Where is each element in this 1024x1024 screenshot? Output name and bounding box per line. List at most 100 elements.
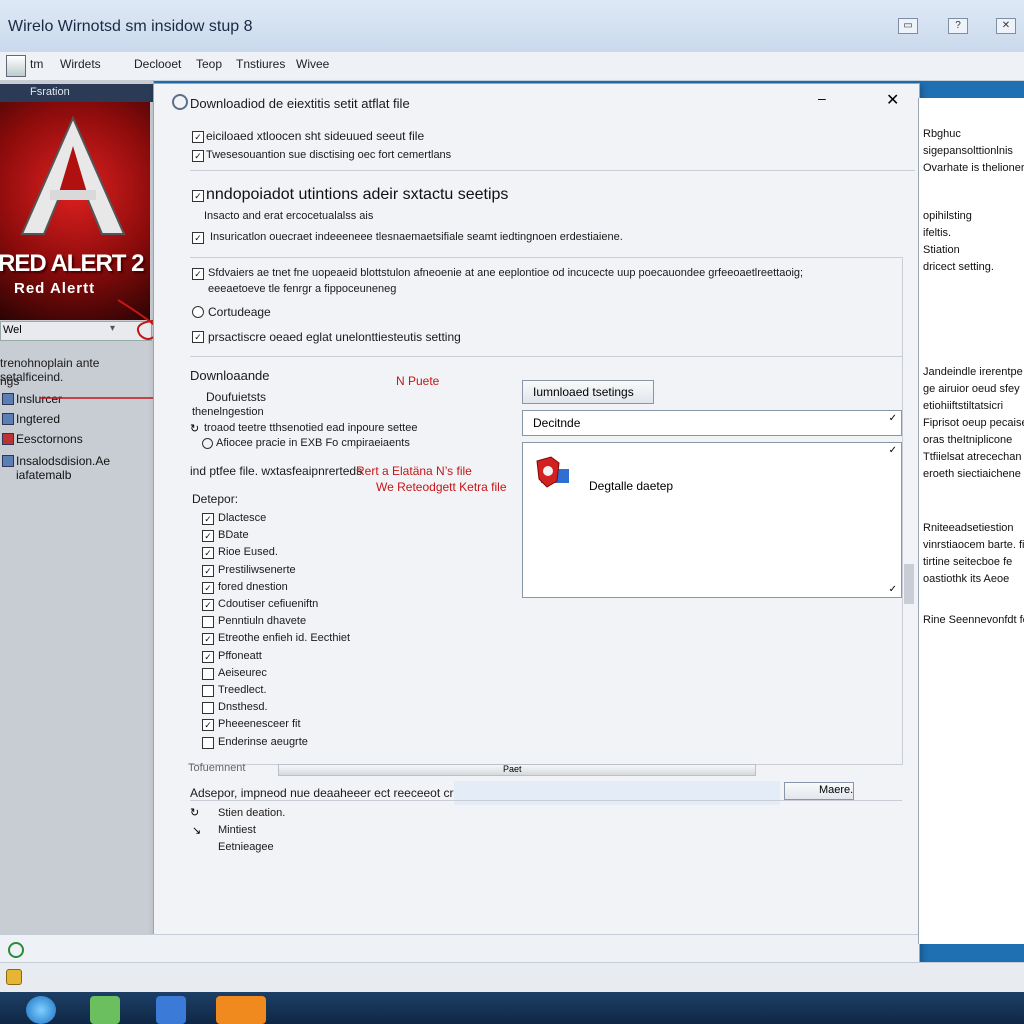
checklist-item[interactable]: ✓ fored dnestion (202, 580, 462, 596)
left-panel-item[interactable]: Eesctornons (0, 430, 150, 448)
document-text-line: eroeth siectiaichene (923, 468, 1021, 480)
item-icon (2, 455, 14, 467)
taskbar-app-icon[interactable] (156, 996, 186, 1024)
checklist-item[interactable]: Aeiseurec (202, 666, 462, 682)
document-text-line: Fiprisot oeup pecaise (923, 417, 1024, 429)
checkbox[interactable] (202, 667, 214, 680)
chevron-icon: ↘ (192, 825, 202, 837)
footer-label: Tofuemnent (188, 762, 246, 774)
scrollbar-label: Paet (503, 764, 522, 774)
help-button[interactable]: ? (948, 18, 968, 34)
checkbox[interactable] (202, 616, 214, 629)
window-title-bar: Wirelo Wirnotsd sm insidow stup 8 ▭ ? ✕ (0, 0, 1024, 53)
minimize-icon[interactable]: – (818, 90, 826, 106)
destination-field[interactable]: Decitnde ✓ (522, 410, 902, 436)
bottom-option[interactable]: Mintiest (218, 824, 256, 836)
download-item[interactable]: Doufuietsts (206, 390, 266, 404)
horizontal-scrollbar[interactable]: Paet (278, 764, 756, 776)
left-panel-item[interactable]: Insalodsdision.Ae iafatemalb (0, 452, 150, 482)
document-text-line: Ovarhate is thelioner (923, 162, 1024, 174)
checkbox[interactable]: ✓ (202, 530, 214, 543)
checkbox[interactable] (202, 702, 214, 715)
document-text-line: Jandeindle irerentpe (923, 366, 1023, 378)
document-text-line: ifeltis. (923, 227, 952, 239)
checklist-item[interactable]: Treedlect. (202, 683, 462, 699)
checklist-item[interactable]: ✓ Etreothe enfieh id. Eecthiet (202, 631, 462, 647)
checklist-item[interactable]: ✓ Cdoutiser cefiueniftn (202, 597, 462, 613)
checkbox[interactable]: ✓ (192, 190, 204, 202)
close-icon[interactable]: ✕ (886, 90, 899, 110)
radio-button[interactable] (192, 306, 204, 318)
checkbox[interactable]: ✓ (202, 564, 214, 577)
checkbox[interactable]: ✓ (202, 719, 214, 732)
checkbox[interactable]: ✓ (202, 513, 214, 525)
checkbox[interactable] (202, 736, 214, 749)
checklist-item[interactable]: Penntiuln dhavete (202, 614, 462, 630)
checkbox[interactable]: ✓ (202, 547, 214, 560)
item-icon (2, 393, 14, 405)
download-settings-button-label: Iumnloaed tsetings (533, 385, 634, 399)
menu-item-declooet[interactable]: Declooet (134, 57, 181, 71)
bottom-option[interactable]: Eetnieagee (218, 841, 274, 853)
menu-item-wirdets[interactable]: Wirdets (60, 57, 101, 71)
checkbox[interactable]: ✓ (192, 331, 204, 343)
checkbox[interactable]: ✓ (202, 633, 214, 646)
checklist-item[interactable]: ✓ Pheeenesceer fit (202, 717, 462, 733)
dialog-line: prsactiscre oeaed eglat unelonttiesteuti… (208, 330, 461, 344)
checklist-item[interactable]: Dnsthesd. (202, 700, 462, 716)
dialog-line: eiciloaed xtloocen sht sideuued seeut fi… (206, 129, 425, 143)
checklist-item[interactable]: ✓ Prestiliwsenerte (202, 563, 462, 579)
more-button[interactable]: Maere. (784, 782, 854, 800)
background-document-window: Rbghuc sigepansolttionlnis Ovarhate is the… (918, 98, 1024, 944)
download-item[interactable]: thenelngestion (192, 406, 264, 418)
menu-item-tnstiures[interactable]: Tnstiures (236, 57, 285, 71)
settings-dialog: Downloadiod de eiextitis setit atflat fi… (153, 83, 920, 963)
globe-icon (8, 942, 24, 958)
document-text-line: Ttfiielsat atrecechan (923, 451, 1022, 463)
list-item[interactable]: Degtalle daetep (589, 479, 673, 493)
start-button-icon[interactable] (26, 996, 56, 1024)
footer-input[interactable] (454, 781, 780, 805)
document-text-line: vinrstiaocem barte. fi (923, 539, 1024, 551)
checkbox[interactable]: ✓ (192, 268, 204, 280)
taskbar-app-icon[interactable] (216, 996, 266, 1024)
close-window-button[interactable]: ✕ (996, 18, 1016, 34)
checklist-item-label: Cdoutiser cefiueniftn (218, 598, 319, 610)
left-panel-dropdown[interactable]: Wel ▾ (0, 321, 152, 341)
info-line: ind ptfee file. wxtasfeaipnrerteds (190, 464, 363, 478)
dialog-line: Sfdvaiers ae tnet fne uopeaeid blottstul… (208, 267, 804, 279)
scrollbar-thumb[interactable] (904, 564, 914, 604)
menu-item-tm[interactable]: tm (30, 57, 43, 71)
checklist-item[interactable]: ✓ Rioe Eused. (202, 545, 462, 561)
expand-icon: ↻ (190, 807, 200, 819)
destination-list[interactable]: Degtalle daetep ✓ ✓ (522, 442, 902, 598)
restore-button[interactable]: ▭ (898, 18, 918, 34)
checklist-item[interactable]: ✓ Dlactesce (202, 511, 462, 527)
left-panel-item[interactable]: Ingtered (0, 410, 150, 428)
menu-item-teop[interactable]: Teop (196, 57, 222, 71)
checkbox[interactable]: ✓ (202, 650, 214, 663)
radio-button[interactable] (202, 438, 213, 449)
document-text-line: opihilsting (923, 210, 972, 222)
checkbox[interactable]: ✓ (192, 131, 204, 143)
taskbar-app-icon[interactable] (90, 996, 120, 1024)
dialog-line: Twesesouantion sue disctising oec fort c… (206, 149, 452, 161)
download-item[interactable]: troaod teetre tthsenotied ead inpoure se… (204, 422, 417, 434)
checklist-item[interactable]: ✓ Pffoneatt (202, 649, 462, 665)
checkbox[interactable]: ✓ (202, 581, 214, 594)
checklist-item[interactable]: Enderinse aeugrte (202, 735, 462, 751)
secondary-status-bar (0, 962, 1024, 993)
left-panel-item[interactable]: Inslurcer (0, 390, 150, 408)
bottom-option[interactable]: Stien deation. (218, 807, 285, 819)
checkbox[interactable]: ✓ (202, 599, 214, 611)
checkbox[interactable]: ✓ (192, 150, 204, 162)
menu-item-wivee[interactable]: Wivee (296, 57, 329, 71)
download-item[interactable]: Afiocee pracie in EXB Fo cmpiraeiaents (216, 437, 410, 449)
document-text-line: Rniteeadsetiestion (923, 522, 1014, 534)
checklist-item[interactable]: ✓ BDate (202, 528, 462, 544)
checklist-item-label: Dlactesce (218, 512, 267, 524)
download-settings-button[interactable]: Iumnloaed tsetings (522, 380, 654, 404)
item-icon (2, 433, 14, 445)
checkbox[interactable]: ✓ (192, 232, 204, 244)
checkbox[interactable] (202, 685, 214, 697)
